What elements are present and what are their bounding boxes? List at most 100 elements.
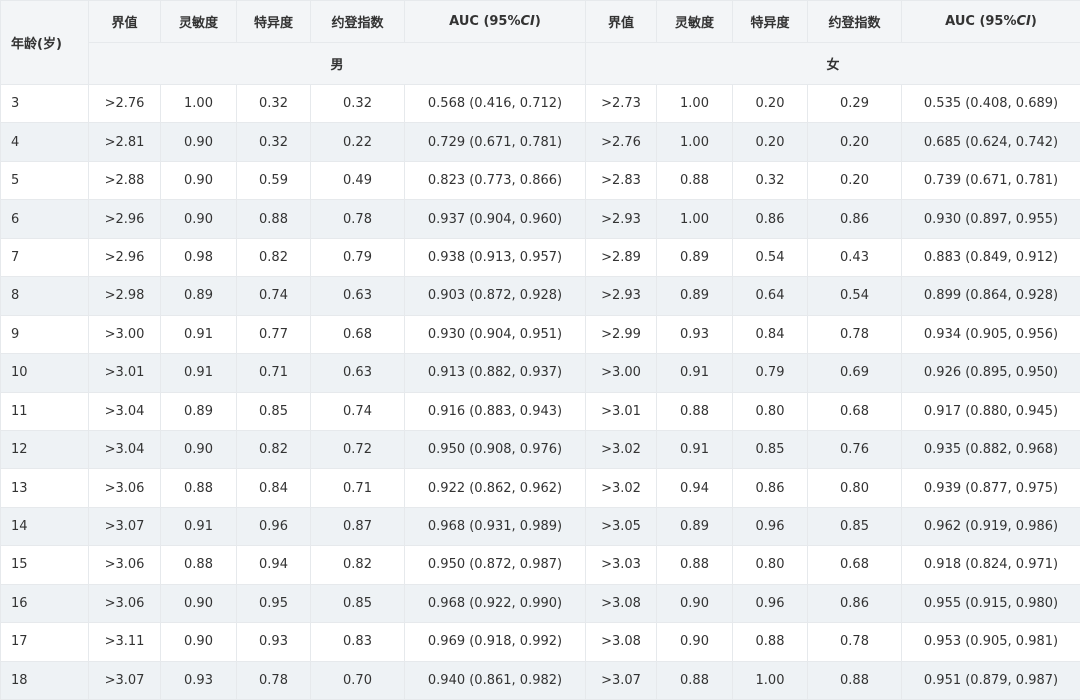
male-cutoff-cell: >2.96 [88,237,161,278]
male-auc-cell: 0.913 (0.882, 0.937) [404,353,586,393]
male-sensitivity-cell: 0.91 [160,506,237,547]
male-specificity-cell: 0.96 [236,506,311,547]
age-cell: 4 [0,122,89,162]
table-row: 11 >3.04 0.89 0.85 0.74 0.916 (0.883, 0.943) >… [0,391,1080,431]
female-cutoff-cell: >3.08 [585,583,657,624]
female-cutoff-cell: >3.05 [585,506,657,547]
female-cutoff-cell: >2.99 [585,314,657,355]
male-auc-cell: 0.903 (0.872, 0.928) [404,276,586,316]
auc-prefix: AUC (95% [449,14,521,29]
female-specificity-cell: 1.00 [732,660,808,700]
female-youden-cell: 0.80 [807,468,902,508]
table-body: 3 >2.76 1.00 0.32 0.32 0.568 (0.416, 0.712) >2… [0,83,1080,700]
female-specificity-cell: 0.64 [732,276,808,316]
female-auc-cell: 0.535 (0.408, 0.689) [901,83,1080,124]
age-cell: 18 [0,660,89,700]
female-auc-cell: 0.930 (0.897, 0.955) [901,199,1080,239]
female-auc-cell: 0.899 (0.864, 0.928) [901,276,1080,316]
male-cutoff-cell: >2.81 [88,122,161,162]
male-sensitivity-cell: 0.91 [160,353,237,393]
header-male-specificity: 特异度 [236,0,311,43]
female-auc-cell: 0.883 (0.849, 0.912) [901,237,1080,278]
male-specificity-cell: 0.78 [236,660,311,700]
female-specificity-cell: 0.80 [732,391,808,431]
female-auc-cell: 0.934 (0.905, 0.956) [901,314,1080,355]
male-specificity-cell: 0.94 [236,545,311,585]
female-specificity-cell: 0.84 [732,314,808,355]
male-youden-cell: 0.32 [310,83,405,124]
male-youden-cell: 0.49 [310,160,405,201]
female-specificity-cell: 0.20 [732,122,808,162]
female-auc-cell: 0.739 (0.671, 0.781) [901,160,1080,201]
female-cutoff-cell: >2.93 [585,199,657,239]
age-cell: 9 [0,314,89,355]
male-youden-cell: 0.82 [310,545,405,585]
female-youden-cell: 0.78 [807,622,902,662]
male-specificity-cell: 0.82 [236,237,311,278]
male-youden-cell: 0.72 [310,429,405,470]
female-auc-cell: 0.955 (0.915, 0.980) [901,583,1080,624]
female-sensitivity-cell: 0.94 [656,468,733,508]
header-row: 年龄(岁) 界值 灵敏度 特异度 约登指数 AUC (95%CI) 界值 灵敏度… [0,0,1080,85]
age-cell: 10 [0,353,89,393]
table-row: 8 >2.98 0.89 0.74 0.63 0.903 (0.872, 0.928) >2… [0,276,1080,316]
female-sensitivity-cell: 0.91 [656,429,733,470]
female-youden-cell: 0.20 [807,160,902,201]
male-youden-cell: 0.78 [310,199,405,239]
male-cutoff-cell: >3.06 [88,583,161,624]
male-sensitivity-cell: 0.90 [160,429,237,470]
female-auc-cell: 0.917 (0.880, 0.945) [901,391,1080,431]
female-sensitivity-cell: 1.00 [656,83,733,124]
male-auc-cell: 0.916 (0.883, 0.943) [404,391,586,431]
female-youden-cell: 0.43 [807,237,902,278]
male-specificity-cell: 0.88 [236,199,311,239]
group-female: 女 [585,42,1080,85]
table-row: 9 >3.00 0.91 0.77 0.68 0.930 (0.904, 0.951) >2… [0,314,1080,355]
male-auc-cell: 0.969 (0.918, 0.992) [404,622,586,662]
female-youden-cell: 0.69 [807,353,902,393]
male-sensitivity-cell: 0.90 [160,199,237,239]
male-youden-cell: 0.63 [310,353,405,393]
female-youden-cell: 0.86 [807,199,902,239]
header-female-youden: 约登指数 [807,0,902,43]
male-youden-cell: 0.22 [310,122,405,162]
male-auc-cell: 0.938 (0.913, 0.957) [404,237,586,278]
female-sensitivity-cell: 0.89 [656,237,733,278]
male-cutoff-cell: >3.06 [88,468,161,508]
male-auc-cell: 0.937 (0.904, 0.960) [404,199,586,239]
male-cutoff-cell: >3.04 [88,429,161,470]
female-sensitivity-cell: 0.88 [656,660,733,700]
age-cell: 11 [0,391,89,431]
male-specificity-cell: 0.77 [236,314,311,355]
header-male-sensitivity: 灵敏度 [160,0,237,43]
female-youden-cell: 0.85 [807,506,902,547]
male-cutoff-cell: >2.96 [88,199,161,239]
male-sensitivity-cell: 0.91 [160,314,237,355]
header-age: 年龄(岁) [0,0,89,85]
male-specificity-cell: 0.32 [236,122,311,162]
male-specificity-cell: 0.82 [236,429,311,470]
female-youden-cell: 0.20 [807,122,902,162]
male-youden-cell: 0.87 [310,506,405,547]
male-youden-cell: 0.71 [310,468,405,508]
header-female-specificity: 特异度 [732,0,808,43]
female-sensitivity-cell: 0.90 [656,583,733,624]
table-row: 13 >3.06 0.88 0.84 0.71 0.922 (0.862, 0.962) >… [0,468,1080,508]
male-auc-cell: 0.940 (0.861, 0.982) [404,660,586,700]
male-youden-cell: 0.85 [310,583,405,624]
age-cell: 7 [0,237,89,278]
age-cell: 8 [0,276,89,316]
age-cell: 13 [0,468,89,508]
table-row: 17 >3.11 0.90 0.93 0.83 0.969 (0.918, 0.992) >… [0,622,1080,662]
male-specificity-cell: 0.95 [236,583,311,624]
female-specificity-cell: 0.88 [732,622,808,662]
auc-ci: CI [1016,14,1031,29]
male-sensitivity-cell: 0.93 [160,660,237,700]
data-table: 年龄(岁) 界值 灵敏度 特异度 约登指数 AUC (95%CI) 界值 灵敏度… [0,0,1080,700]
auc-suffix: ) [534,14,541,29]
age-cell: 6 [0,199,89,239]
female-auc-cell: 0.918 (0.824, 0.971) [901,545,1080,585]
female-sensitivity-cell: 0.88 [656,391,733,431]
female-auc-cell: 0.939 (0.877, 0.975) [901,468,1080,508]
header-male-cutoff: 界值 [88,0,161,43]
